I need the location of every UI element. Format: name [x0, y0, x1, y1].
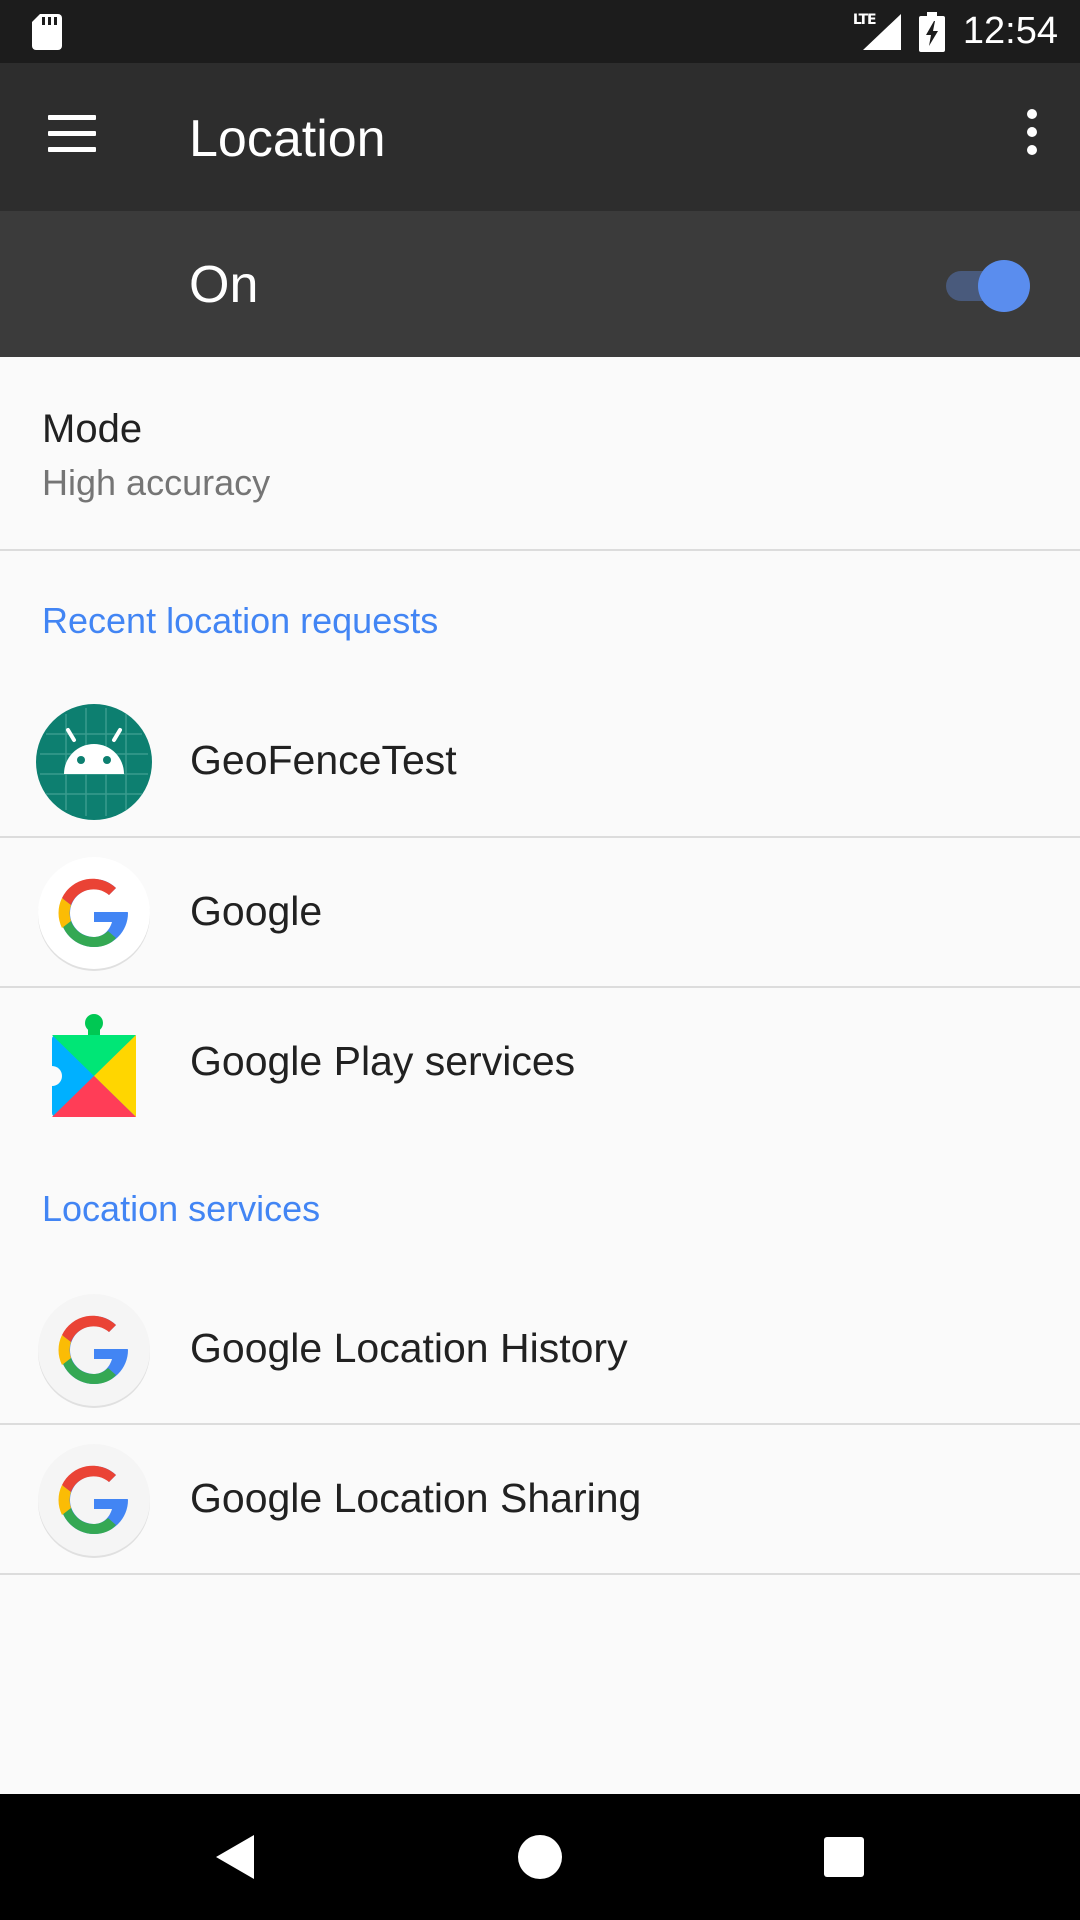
mode-title: Mode	[42, 407, 143, 451]
android-app-icon	[36, 704, 152, 820]
list-item-label: Google Location Sharing	[190, 1475, 642, 1521]
google-g-icon	[38, 1444, 150, 1558]
battery-charging-icon	[918, 11, 945, 52]
navigation-bar	[0, 1794, 1080, 1920]
sd-card-icon	[32, 14, 62, 50]
home-circle-icon[interactable]	[510, 1827, 570, 1887]
switch-label: On	[189, 256, 259, 314]
list-item-google-location-sharing[interactable]: Google Location Sharing	[0, 1425, 1080, 1575]
google-g-icon	[38, 857, 150, 971]
status-bar: LTE 12:54	[0, 0, 1080, 63]
toggle-thumb	[978, 260, 1030, 312]
mode-summary: High accuracy	[42, 462, 271, 503]
recent-requests-header: Recent location requests	[42, 600, 439, 641]
play-services-icon	[42, 1014, 136, 1117]
list-item-label: GeoFenceTest	[190, 737, 457, 783]
clock: 12:54	[962, 10, 1058, 52]
divider	[0, 549, 1080, 551]
list-item-google[interactable]: Google	[0, 838, 1080, 988]
list-item-geofencetest[interactable]: GeoFenceTest	[0, 687, 1080, 837]
hamburger-menu-icon[interactable]	[44, 115, 100, 159]
signal-icon: LTE	[853, 12, 903, 52]
location-master-switch-bar[interactable]: On	[0, 211, 1080, 357]
page-title: Location	[189, 110, 386, 168]
more-vert-icon[interactable]	[1014, 109, 1050, 165]
mode-preference[interactable]: Mode High accuracy	[0, 357, 1080, 551]
app-bar: Location	[0, 63, 1080, 211]
list-item-label: Google	[190, 888, 323, 934]
back-triangle-icon[interactable]	[206, 1827, 266, 1887]
recents-square-icon[interactable]	[814, 1827, 874, 1887]
google-g-icon	[38, 1294, 150, 1408]
location-services-header: Location services	[42, 1188, 321, 1229]
divider	[0, 1573, 1080, 1575]
list-item-label: Google Location History	[190, 1325, 628, 1371]
list-item-google-location-history[interactable]: Google Location History	[0, 1275, 1080, 1425]
list-item-label: Google Play services	[190, 1038, 576, 1084]
location-toggle[interactable]	[940, 257, 1030, 313]
list-item-google-play-services[interactable]: Google Play services	[0, 988, 1080, 1138]
